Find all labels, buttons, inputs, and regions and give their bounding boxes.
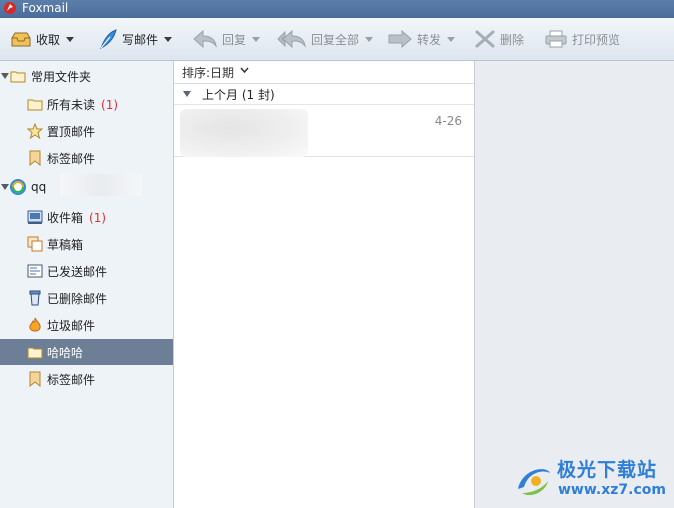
account-email-blurred xyxy=(60,174,142,196)
chevron-down-icon[interactable] xyxy=(365,36,374,42)
bookmark-icon xyxy=(29,371,41,387)
app-title: Foxmail xyxy=(22,1,69,15)
folder-sidebar: 常用文件夹 所有未读 (1) 置顶邮件 标签邮件 qq 收件箱 (1) 草稿箱 … xyxy=(0,61,174,508)
receive-button[interactable]: 收取 xyxy=(10,18,75,60)
compose-label: 写邮件 xyxy=(122,32,159,47)
chevron-down-icon[interactable] xyxy=(240,67,249,74)
expand-triangle-icon[interactable] xyxy=(1,184,9,190)
account-group[interactable]: qq xyxy=(0,174,173,200)
sender-subject-blurred xyxy=(180,109,308,157)
group-label: 上个月 (1 封) xyxy=(202,87,275,102)
toolbar: 收取 写邮件 回复 回复全部 转发 删除 打印预览 xyxy=(0,18,674,61)
favorites-group[interactable]: 常用文件夹 xyxy=(0,63,173,89)
unread-count: (1) xyxy=(89,210,107,225)
folder-all-unread[interactable]: 所有未读 (1) xyxy=(0,91,173,117)
folder-label: 标签邮件 xyxy=(47,372,96,387)
folder-label: 垃圾邮件 xyxy=(47,318,96,333)
sort-bar[interactable]: 排序:日期 xyxy=(174,61,474,84)
trash-bin-icon xyxy=(29,290,41,306)
collapse-triangle-icon[interactable] xyxy=(183,91,191,97)
bookmark-icon xyxy=(29,150,41,166)
folder-drafts[interactable]: 草稿箱 xyxy=(0,231,173,257)
qq-mail-icon xyxy=(10,179,26,195)
forward-button[interactable]: 转发 xyxy=(387,18,456,60)
message-list: 排序:日期 上个月 (1 封) 4-26 xyxy=(174,61,475,508)
sort-label[interactable]: 排序:日期 xyxy=(182,64,234,81)
group-header[interactable]: 上个月 (1 封) xyxy=(174,84,474,105)
folder-hahaha[interactable]: 哈哈哈 xyxy=(0,339,173,365)
reply-label: 回复 xyxy=(222,32,247,47)
print-preview-label: 打印预览 xyxy=(572,32,621,47)
folder-label: 已删除邮件 xyxy=(47,291,108,306)
delete-button[interactable]: 删除 xyxy=(474,18,524,60)
reply-button[interactable]: 回复 xyxy=(192,18,261,60)
sent-mail-icon xyxy=(27,264,43,278)
forward-arrow-icon xyxy=(388,29,412,49)
delete-label: 删除 xyxy=(500,32,525,47)
folder-label: 置顶邮件 xyxy=(47,124,96,139)
folder-label: 哈哈哈 xyxy=(47,345,84,360)
folder-label: 已发送邮件 xyxy=(47,264,108,279)
folder-inbox[interactable]: 收件箱 (1) xyxy=(0,204,173,230)
drafts-icon xyxy=(27,236,43,252)
inbox-icon xyxy=(27,210,43,224)
watermark-url: www.xz7.com xyxy=(558,482,666,498)
expand-triangle-icon[interactable] xyxy=(1,73,9,79)
fire-icon xyxy=(29,317,41,332)
folder-deleted[interactable]: 已删除邮件 xyxy=(0,285,173,311)
title-bar: Foxmail xyxy=(0,0,674,18)
chevron-down-icon[interactable] xyxy=(66,36,75,42)
folder-tagged-account[interactable]: 标签邮件 xyxy=(0,366,173,392)
chevron-down-icon[interactable] xyxy=(447,36,456,42)
favorites-label: 常用文件夹 xyxy=(31,69,92,84)
folder-tagged[interactable]: 标签邮件 xyxy=(0,145,173,171)
reply-arrow-icon xyxy=(193,29,217,49)
folder-icon xyxy=(10,71,26,83)
forward-label: 转发 xyxy=(417,32,442,47)
watermark-swirl-logo xyxy=(518,469,550,496)
print-preview-button[interactable]: 打印预览 xyxy=(544,18,620,60)
watermark-brand: 极光下载站 xyxy=(557,459,658,481)
watermark: 极光下载站 www.xz7.com xyxy=(512,455,672,505)
folder-label: 草稿箱 xyxy=(47,237,84,252)
folder-label: 标签邮件 xyxy=(47,151,96,166)
reading-pane xyxy=(475,61,674,508)
folder-icon xyxy=(27,347,43,359)
message-item[interactable]: 4-26 xyxy=(174,105,474,157)
folder-pinned[interactable]: 置顶邮件 xyxy=(0,118,173,144)
reply-all-button[interactable]: 回复全部 xyxy=(277,18,374,60)
folder-label: 收件箱 (1) xyxy=(47,210,107,225)
folder-icon xyxy=(27,99,43,111)
star-icon xyxy=(27,123,43,139)
receive-label: 收取 xyxy=(36,32,61,47)
chevron-down-icon[interactable] xyxy=(164,36,173,42)
folder-label: 所有未读 (1) xyxy=(47,97,119,112)
account-label: qq xyxy=(31,180,47,194)
compose-button[interactable]: 写邮件 xyxy=(98,18,173,60)
inbox-tray-icon xyxy=(11,32,31,47)
message-date: 4-26 xyxy=(434,114,462,128)
folder-junk[interactable]: 垃圾邮件 xyxy=(0,312,173,338)
printer-icon xyxy=(545,30,567,48)
folder-sent[interactable]: 已发送邮件 xyxy=(0,258,173,284)
reply-all-arrow-icon xyxy=(277,29,306,49)
foxmail-logo-icon xyxy=(4,2,16,14)
unread-count: (1) xyxy=(101,97,119,112)
delete-x-icon xyxy=(475,30,495,48)
chevron-down-icon[interactable] xyxy=(252,36,261,42)
reply-all-label: 回复全部 xyxy=(311,32,360,47)
feather-pen-icon xyxy=(100,29,117,50)
